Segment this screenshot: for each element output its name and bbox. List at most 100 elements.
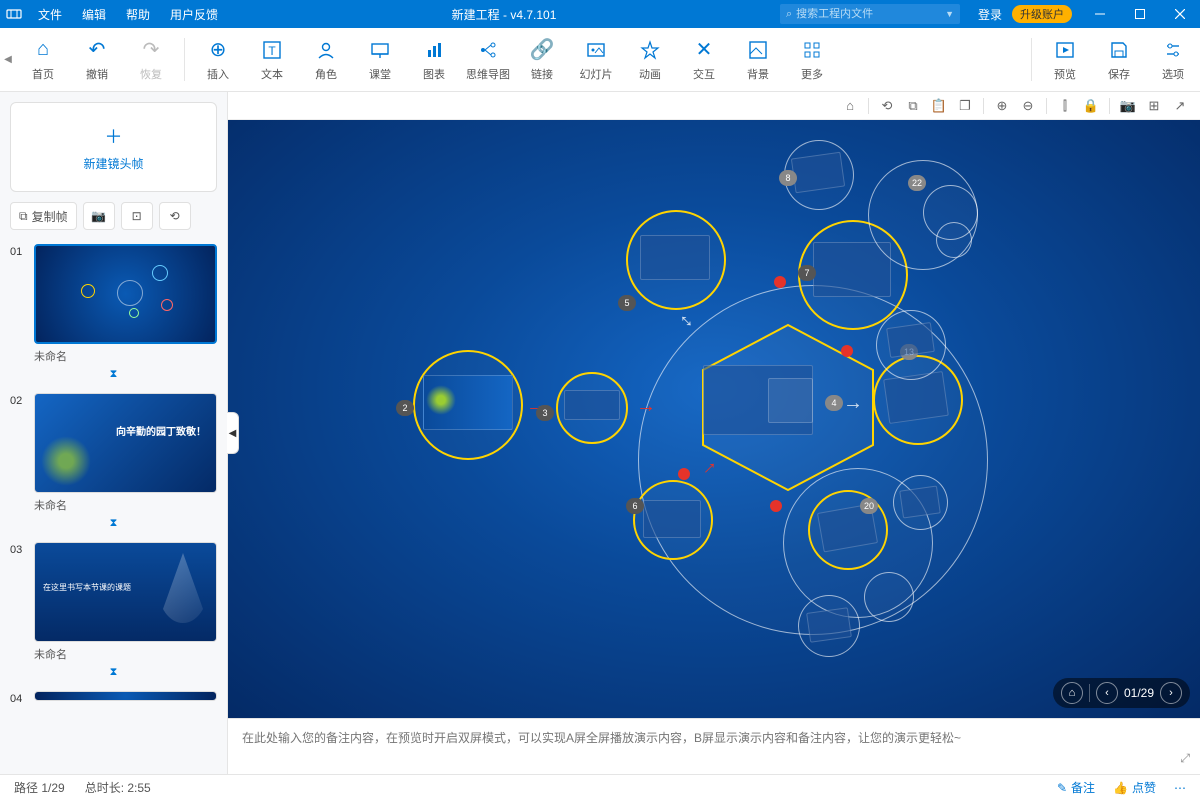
snapshot-button[interactable]: 📷 <box>1116 95 1140 117</box>
menu-file[interactable]: 文件 <box>28 0 72 28</box>
insert-button[interactable]: ⊕插入 <box>191 28 245 91</box>
zoom-out-button[interactable]: ⊖ <box>1016 95 1040 117</box>
stack-icon: ❐ <box>959 98 971 114</box>
camera-button[interactable]: 📷 <box>83 202 115 230</box>
chevron-left-icon: ‹ <box>1105 687 1109 699</box>
more-icon: ⋯ <box>1174 781 1186 795</box>
zoom-in-button[interactable]: ⊕ <box>990 95 1014 117</box>
paste-button[interactable]: 📋 <box>927 95 951 117</box>
slide-item-1[interactable]: 01 未命名 ⧗ <box>10 244 217 381</box>
home-button[interactable]: ⌂首页 <box>16 28 70 91</box>
chevron-down-icon[interactable]: ▼ <box>945 9 954 19</box>
slide-item-2[interactable]: 02 向辛勤的园丁致敬！ 未命名 ⧗ <box>10 393 217 530</box>
camera-icon: 📷 <box>1120 98 1136 114</box>
expand-icon: ⤢ <box>1180 751 1190 765</box>
save-icon <box>1109 38 1129 62</box>
preview-button[interactable]: 预览 <box>1038 28 1092 91</box>
options-button[interactable]: 选项 <box>1146 28 1200 91</box>
slide-number: 01 <box>10 244 28 258</box>
interact-icon: ✕ <box>696 38 713 62</box>
login-link[interactable]: 登录 <box>968 0 1012 28</box>
export-button[interactable]: ↗ <box>1168 95 1192 117</box>
slide-thumb[interactable]: 在这里书写本节课的课题 <box>34 542 217 642</box>
maximize-button[interactable] <box>1120 0 1160 28</box>
mindmap-button[interactable]: 思维导图 <box>461 28 515 91</box>
link-button[interactable]: 🔗链接 <box>515 28 569 91</box>
undo-button[interactable]: ↶撤销 <box>70 28 124 91</box>
status-notes-button[interactable]: ✎备注 <box>1057 779 1095 796</box>
collapse-sidebar-button[interactable]: ◀ <box>227 412 239 454</box>
toolbar-prev[interactable]: ◀ <box>0 28 16 91</box>
status-path: 路径 1/29 <box>14 779 65 796</box>
slide-name: 未命名 <box>10 493 217 515</box>
anim-button[interactable]: 动画 <box>623 28 677 91</box>
copy-frame-button[interactable]: ⧉复制帧 <box>10 202 77 230</box>
layers-button[interactable]: ⊞ <box>1142 95 1166 117</box>
align-button[interactable]: ⫿ <box>1053 95 1077 117</box>
text-button[interactable]: T文本 <box>245 28 299 91</box>
canvas-home-button[interactable]: ⌂ <box>838 95 862 117</box>
redo-button[interactable]: ↷恢复 <box>124 28 178 91</box>
slide-button[interactable]: 幻灯片 <box>569 28 623 91</box>
chart-icon <box>424 38 444 62</box>
titlebar: 文件 编辑 帮助 用户反馈 新建工程 - v4.7.101 ⌕ ▼ 登录 升级账… <box>0 0 1200 28</box>
notes-panel: ⤢ <box>228 718 1200 774</box>
zoom-in-icon: ⊕ <box>997 98 1008 114</box>
nav-home-button[interactable]: ⌂ <box>1061 682 1083 704</box>
copy-button[interactable]: ⧉ <box>901 95 925 117</box>
close-button[interactable] <box>1160 0 1200 28</box>
slide-thumb[interactable]: 向辛勤的园丁致敬！ <box>34 393 217 493</box>
menu-feedback[interactable]: 用户反馈 <box>160 0 228 28</box>
search-input[interactable] <box>796 8 945 20</box>
slides-list: 01 未命名 ⧗ 02 <box>0 238 227 774</box>
star-icon <box>640 38 660 62</box>
toolbar: ◀ ⌂首页 ↶撤销 ↷恢复 ⊕插入 T文本 角色 课堂 图表 思维导图 🔗链接 … <box>0 28 1200 92</box>
redo-icon: ↷ <box>143 38 160 62</box>
app-logo <box>0 0 28 28</box>
sidebar: ＋ 新建镜头帧 ⧉复制帧 📷 ⊡ ⟲ 01 <box>0 92 228 774</box>
more-button[interactable]: 更多 <box>785 28 839 91</box>
minimize-button[interactable] <box>1080 0 1120 28</box>
notes-input[interactable] <box>242 729 1139 764</box>
new-frame-button[interactable]: ＋ 新建镜头帧 <box>10 102 217 192</box>
hourglass-icon: ⧗ <box>10 366 217 381</box>
expand-notes-button[interactable]: ⤢ <box>1180 751 1190 766</box>
thumbs-up-icon: 👍 <box>1113 781 1128 795</box>
slide-number: 02 <box>10 393 28 407</box>
chart-button[interactable]: 图表 <box>407 28 461 91</box>
search-icon: ⌕ <box>786 8 792 21</box>
search-box[interactable]: ⌕ ▼ <box>780 4 960 24</box>
hourglass-icon: ⧗ <box>10 515 217 530</box>
refresh-button[interactable]: ⟲ <box>159 202 191 230</box>
class-icon <box>370 38 390 62</box>
class-button[interactable]: 课堂 <box>353 28 407 91</box>
rotate-left-button[interactable]: ⟲ <box>875 95 899 117</box>
slide-thumb[interactable] <box>34 691 217 701</box>
interact-button[interactable]: ✕交互 <box>677 28 731 91</box>
nav-prev-button[interactable]: ‹ <box>1096 682 1118 704</box>
lock-icon: 🔒 <box>1083 98 1099 114</box>
home-icon: ⌂ <box>37 38 49 62</box>
chevron-right-icon: › <box>1169 687 1173 699</box>
slide-number: 04 <box>10 691 28 705</box>
home-icon: ⌂ <box>1069 687 1076 699</box>
stack-button[interactable]: ❐ <box>953 95 977 117</box>
nav-next-button[interactable]: › <box>1160 682 1182 704</box>
slide-item-3[interactable]: 03 在这里书写本节课的课题 未命名 ⧗ <box>10 542 217 679</box>
role-button[interactable]: 角色 <box>299 28 353 91</box>
status-like-button[interactable]: 👍点赞 <box>1113 779 1156 796</box>
menu-help[interactable]: 帮助 <box>116 0 160 28</box>
home-icon: ⌂ <box>846 98 854 113</box>
canvas[interactable]: 2 → 3 → 5 ↔ 7 8 22 <box>228 120 1200 718</box>
slide-icon <box>586 38 606 62</box>
upgrade-button[interactable]: 升级账户 <box>1012 5 1072 23</box>
slide-item-4[interactable]: 04 <box>10 691 217 705</box>
scan-button[interactable]: ⊡ <box>121 202 153 230</box>
undo-icon: ↶ <box>89 38 106 62</box>
save-button[interactable]: 保存 <box>1092 28 1146 91</box>
lock-button[interactable]: 🔒 <box>1079 95 1103 117</box>
bg-button[interactable]: 背景 <box>731 28 785 91</box>
status-more-button[interactable]: ⋯ <box>1174 779 1186 796</box>
slide-thumb[interactable] <box>34 244 217 344</box>
menu-edit[interactable]: 编辑 <box>72 0 116 28</box>
